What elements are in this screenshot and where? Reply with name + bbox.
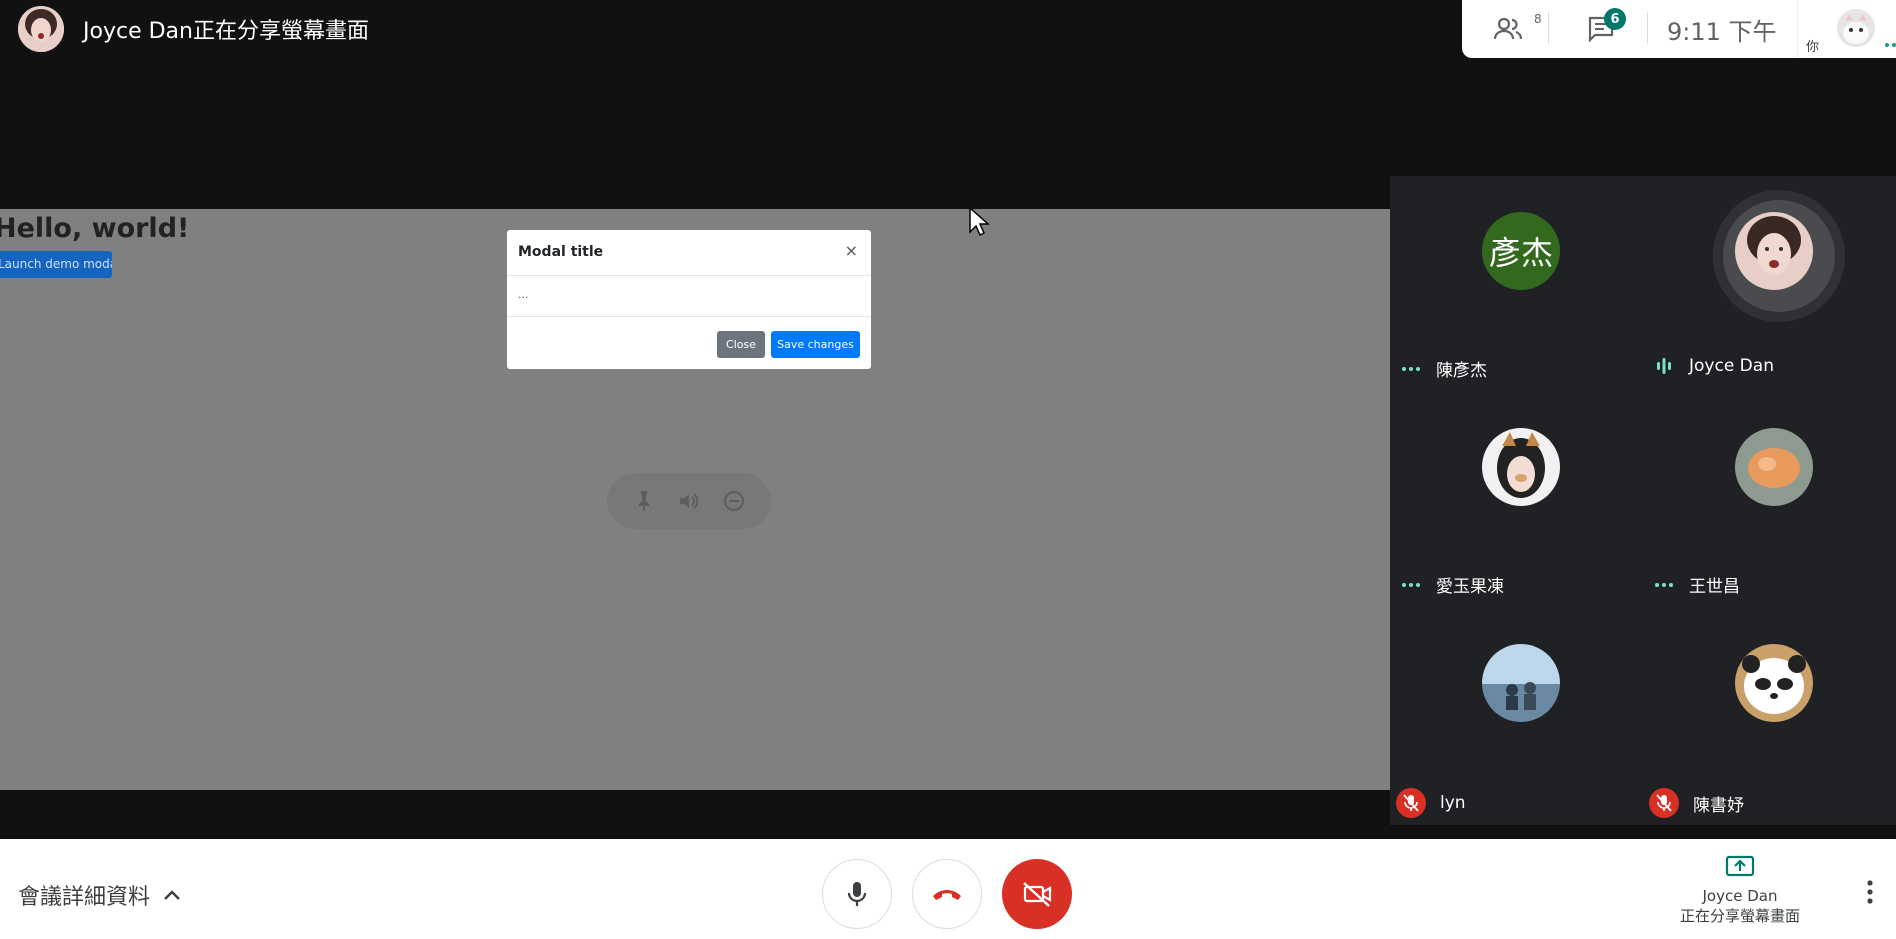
- participant-name: 陳彥杰: [1436, 361, 1487, 381]
- participant-name-row: 陳彥杰: [1400, 356, 1487, 381]
- pin-icon[interactable]: [632, 489, 656, 513]
- participant-name-row: 陳書妤: [1649, 788, 1744, 818]
- avatar: [1735, 644, 1813, 722]
- modal-body-text: ...: [518, 288, 529, 301]
- participant-tile[interactable]: 陳書妤: [1643, 608, 1896, 824]
- avatar: [1735, 212, 1813, 290]
- mic-button[interactable]: [822, 859, 892, 929]
- people-count: 8: [1534, 12, 1542, 26]
- divider: [1548, 12, 1549, 44]
- participant-name-row: 王世昌: [1653, 572, 1740, 597]
- participant-tile[interactable]: 彥杰 陳彥杰: [1390, 176, 1643, 392]
- chat-badge: 6: [1604, 8, 1626, 30]
- participant-name-row: 愛玉果凍: [1400, 572, 1504, 597]
- divider: [1647, 12, 1648, 44]
- bottom-toolbar: 會議詳細資料 Joyce Dan 正在分享螢幕畫面: [0, 839, 1896, 939]
- mic-off-icon: [1649, 788, 1679, 818]
- participant-tile[interactable]: lyn: [1390, 608, 1643, 824]
- participant-name: 愛玉果凍: [1436, 577, 1504, 597]
- mic-off-icon: [1396, 788, 1426, 818]
- camera-toggle-button[interactable]: [1002, 859, 1072, 929]
- people-icon: [1493, 17, 1523, 40]
- presenting-label: 正在分享螢幕畫面: [1679, 907, 1800, 925]
- hangup-icon: [933, 890, 961, 900]
- participant-tile[interactable]: Joyce Dan: [1643, 176, 1896, 392]
- save-changes-button[interactable]: Save changes: [771, 331, 860, 358]
- remove-icon[interactable]: [722, 489, 746, 513]
- participants-panel: 彥杰 陳彥杰 Joyce Dan 愛玉果凍 王世昌 lyn 陳書妤: [1390, 176, 1896, 825]
- people-button[interactable]: [1492, 0, 1524, 58]
- audio-dots-icon: [1885, 43, 1896, 47]
- presenter-avatar: [18, 6, 64, 52]
- top-toolbar: 8 6 9:11 下午 你: [1462, 0, 1896, 58]
- modal-title: Modal title: [518, 244, 604, 260]
- shared-screen: Hello, world! Launch demo modal Modal ti…: [0, 209, 1390, 790]
- participant-name-row: Joyce Dan: [1653, 356, 1774, 376]
- chevron-up-icon: [164, 890, 180, 900]
- avatar: [1482, 428, 1560, 506]
- participant-tile[interactable]: 王世昌: [1643, 392, 1896, 608]
- self-avatar[interactable]: [1837, 9, 1875, 47]
- participant-name: 陳書妤: [1693, 795, 1744, 816]
- modal-body: ...: [507, 276, 871, 317]
- presenter-title: Joyce Dan正在分享螢幕畫面: [83, 19, 369, 44]
- participant-name: Joyce Dan: [1689, 356, 1774, 376]
- volume-icon[interactable]: [677, 489, 701, 513]
- clock: 9:11 下午: [1667, 17, 1777, 46]
- avatar: [1735, 428, 1813, 506]
- modal-close-button[interactable]: Close: [717, 331, 765, 358]
- modal-dialog: Modal title × ... Close Save changes: [507, 230, 871, 369]
- meeting-details-button[interactable]: 會議詳細資料: [18, 879, 182, 911]
- divider: [1797, 0, 1798, 58]
- more-options-button[interactable]: [1864, 879, 1876, 909]
- mic-icon: [847, 882, 867, 906]
- leave-call-button[interactable]: [912, 859, 982, 929]
- modal-close-icon[interactable]: ×: [845, 241, 858, 260]
- audio-dots-icon: [1400, 366, 1422, 371]
- avatar: 彥杰: [1482, 212, 1560, 290]
- audio-dots-icon: [1400, 582, 1422, 587]
- participant-name: 王世昌: [1689, 577, 1740, 597]
- presenting-name: Joyce Dan: [1702, 887, 1778, 905]
- present-icon: [1725, 855, 1755, 877]
- modal-header: Modal title ×: [507, 230, 871, 276]
- self-label: 你: [1806, 40, 1820, 55]
- presenting-status[interactable]: Joyce Dan 正在分享螢幕畫面: [1660, 855, 1820, 926]
- participant-name: lyn: [1440, 793, 1466, 813]
- avatar: [1482, 644, 1560, 722]
- participant-tile[interactable]: 愛玉果凍: [1390, 392, 1643, 608]
- tile-hover-controls: [607, 473, 771, 529]
- page-heading: Hello, world!: [0, 213, 190, 244]
- launch-demo-modal-button[interactable]: Launch demo modal: [0, 251, 112, 278]
- audio-wave-icon: [1657, 358, 1671, 374]
- camera-off-icon: [1023, 882, 1052, 907]
- audio-dots-icon: [1653, 582, 1675, 587]
- more-vert-icon: [1867, 880, 1873, 904]
- mouse-cursor-icon: [969, 206, 990, 237]
- meeting-details-label: 會議詳細資料: [18, 885, 151, 910]
- participant-name-row: lyn: [1396, 788, 1466, 818]
